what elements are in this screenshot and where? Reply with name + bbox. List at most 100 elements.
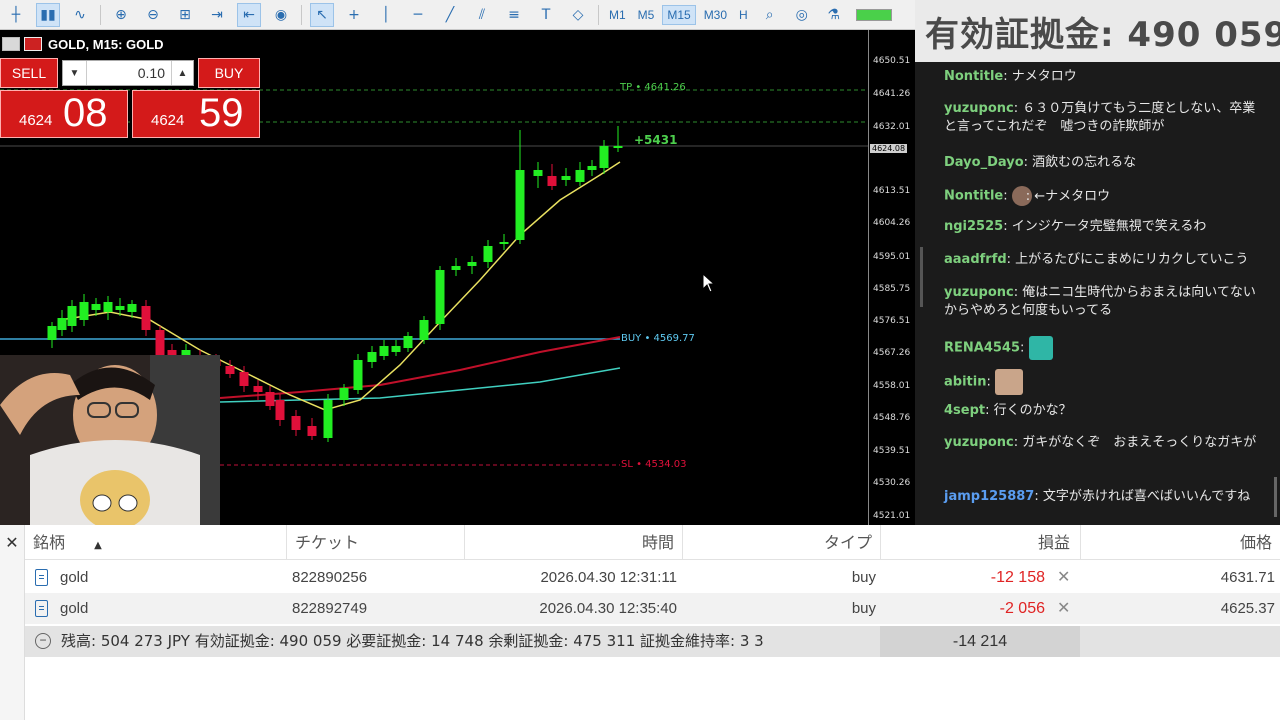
timeframe-m15[interactable]: M15	[662, 4, 696, 25]
chat-username[interactable]: abitin	[944, 375, 986, 390]
chat-username[interactable]: jamp125887	[944, 489, 1034, 504]
timeframe-m5[interactable]: M5	[634, 6, 659, 24]
chat-username[interactable]: 4sept	[944, 403, 985, 418]
row-symbol: gold	[60, 569, 89, 586]
trendline-icon[interactable]: ╱	[438, 3, 462, 27]
cursor-icon[interactable]: ↖	[310, 2, 334, 27]
horizontal-line-icon[interactable]: ─	[406, 3, 430, 27]
candle-body	[253, 386, 263, 392]
candlestick-icon[interactable]: ▮▮	[36, 2, 60, 27]
candle-body	[353, 360, 363, 390]
price-axis-tick: 4595.01	[873, 252, 911, 262]
account-icon[interactable]: ◎	[790, 3, 814, 27]
lot-dropdown-icon[interactable]: ▼	[63, 61, 87, 85]
trade-terminal: ✕ 銘柄 ▲ チケット 時間 タイプ 損益 価格 gold 822890256 …	[0, 525, 1280, 720]
price-axis-tick: 4585.75	[873, 284, 911, 294]
timeframe-m30[interactable]: M30	[700, 6, 731, 24]
buy-price-button[interactable]: 4624 59	[132, 90, 260, 138]
close-position-icon[interactable]: ✕	[1057, 593, 1070, 624]
price-axis-tick: 4567.26	[873, 348, 911, 358]
lot-increase-icon[interactable]: ▲	[171, 61, 193, 85]
column-ticket[interactable]: チケット	[287, 525, 465, 560]
chat-username[interactable]: yuzuponc	[944, 285, 1014, 300]
bar-chart-icon[interactable]: ┼	[4, 3, 28, 27]
sell-price-button[interactable]: 4624 08	[0, 90, 128, 138]
sell-button[interactable]: SELL	[0, 58, 58, 88]
candle-body	[79, 302, 89, 320]
tile-windows-icon[interactable]: ⊞	[173, 3, 197, 27]
column-time[interactable]: 時間	[465, 525, 683, 560]
column-profit[interactable]: 損益	[881, 525, 1081, 560]
column-type[interactable]: タイプ	[683, 525, 881, 560]
zoom-out-icon[interactable]: ⊖	[141, 3, 165, 27]
lot-value[interactable]: 0.10	[87, 65, 171, 81]
dragon-emote-icon	[1028, 336, 1053, 360]
chat-username[interactable]: yuzuponc	[944, 435, 1014, 450]
chat-username[interactable]: aaadfrfd	[944, 252, 1007, 267]
chart-shift-icon[interactable]: ⇤	[237, 2, 261, 27]
candle-body	[435, 270, 445, 324]
timeframe-m1[interactable]: M1	[605, 6, 630, 24]
chat-message: ngi2525: インジケータ完璧無視で笑えるわ	[944, 218, 1259, 236]
candle-body	[599, 146, 609, 168]
zoom-in-icon[interactable]: ⊕	[109, 3, 133, 27]
buy-price-pips: 59	[199, 91, 244, 135]
shapes-icon[interactable]: ◇	[566, 3, 590, 27]
algo-trading-icon[interactable]: ⚗	[822, 3, 846, 27]
candle-body	[367, 352, 377, 362]
candle-body	[391, 346, 401, 352]
table-row[interactable]: gold 822890256 2026.04.30 12:31:11 buy -…	[25, 562, 1280, 593]
toolbar-divider	[100, 4, 101, 25]
close-icon[interactable]: ✕	[0, 525, 25, 720]
chat-username[interactable]: yuzuponc	[944, 101, 1014, 116]
webcam-image	[0, 355, 220, 525]
chat-message: yuzuponc: ６３０万負けてもう二度としない、卒業と言ってこれだぞ 嘘つき…	[944, 100, 1259, 136]
candle-body	[155, 330, 165, 358]
candle-body	[483, 246, 493, 262]
candle-body	[451, 266, 461, 270]
channel-icon[interactable]: ⫽	[470, 3, 494, 27]
timeframe-h[interactable]: H	[735, 6, 752, 24]
chat-scrollbar[interactable]	[1274, 477, 1277, 517]
lot-size-field[interactable]: ▼ 0.10 ▲	[62, 60, 194, 86]
profit-label: +5431	[634, 133, 678, 147]
buy-button[interactable]: BUY	[198, 58, 260, 88]
candle-body	[561, 176, 571, 180]
chat-username[interactable]: RENA4545	[944, 341, 1020, 356]
chat-text: : ←ナメタロウ	[1025, 188, 1111, 204]
table-row[interactable]: gold 822892749 2026.04.30 12:35:40 buy -…	[25, 593, 1280, 624]
chat-username[interactable]: Nontitle	[944, 69, 1003, 84]
screenshot-icon[interactable]: ◉	[269, 3, 293, 27]
chat-text: : インジケータ完璧無視で笑えるわ	[1003, 219, 1207, 234]
price-axis-tick: 4548.76	[873, 413, 911, 423]
crosshair-icon[interactable]: +	[342, 3, 366, 27]
column-symbol[interactable]: 銘柄 ▲	[25, 525, 287, 560]
search-icon[interactable]: ⌕	[758, 3, 782, 27]
account-summary-text: 残高: 504 273 JPY 有効証拠金: 490 059 必要証拠金: 14…	[61, 632, 764, 650]
chat-username[interactable]: Dayo_Dayo	[944, 155, 1024, 170]
price-axis-tick: 4613.51	[873, 186, 911, 196]
line-chart-icon[interactable]: ∿	[68, 3, 92, 27]
chat-text: :	[1020, 340, 1025, 356]
row-profit: -12 158	[990, 569, 1045, 586]
current-price-tag: 4624.08	[870, 144, 908, 153]
candle-body	[225, 366, 235, 374]
candle-body	[239, 372, 249, 386]
chat-username[interactable]: Nontitle	[944, 189, 1003, 204]
toolbar-divider	[598, 4, 599, 25]
fibonacci-icon[interactable]: ≡	[502, 3, 526, 27]
chat-text: : ナメタロウ	[1003, 69, 1077, 84]
price-axis	[868, 30, 869, 525]
chat-scrollbar-left[interactable]	[920, 247, 923, 307]
row-time: 2026.04.30 12:31:11	[540, 569, 677, 586]
close-position-icon[interactable]: ✕	[1057, 562, 1070, 593]
chart-menu-icon[interactable]	[2, 37, 20, 51]
auto-scroll-icon[interactable]: ⇥	[205, 3, 229, 27]
chat-username[interactable]: ngi2525	[944, 219, 1003, 234]
sl-label: SL • 4534.03	[621, 459, 687, 470]
price-axis-tick: 4530.26	[873, 478, 911, 488]
text-tool-icon[interactable]: T	[534, 3, 558, 27]
column-price[interactable]: 価格	[1081, 525, 1280, 560]
collapse-icon[interactable]: −	[35, 633, 51, 649]
vertical-line-icon[interactable]: │	[374, 3, 398, 27]
